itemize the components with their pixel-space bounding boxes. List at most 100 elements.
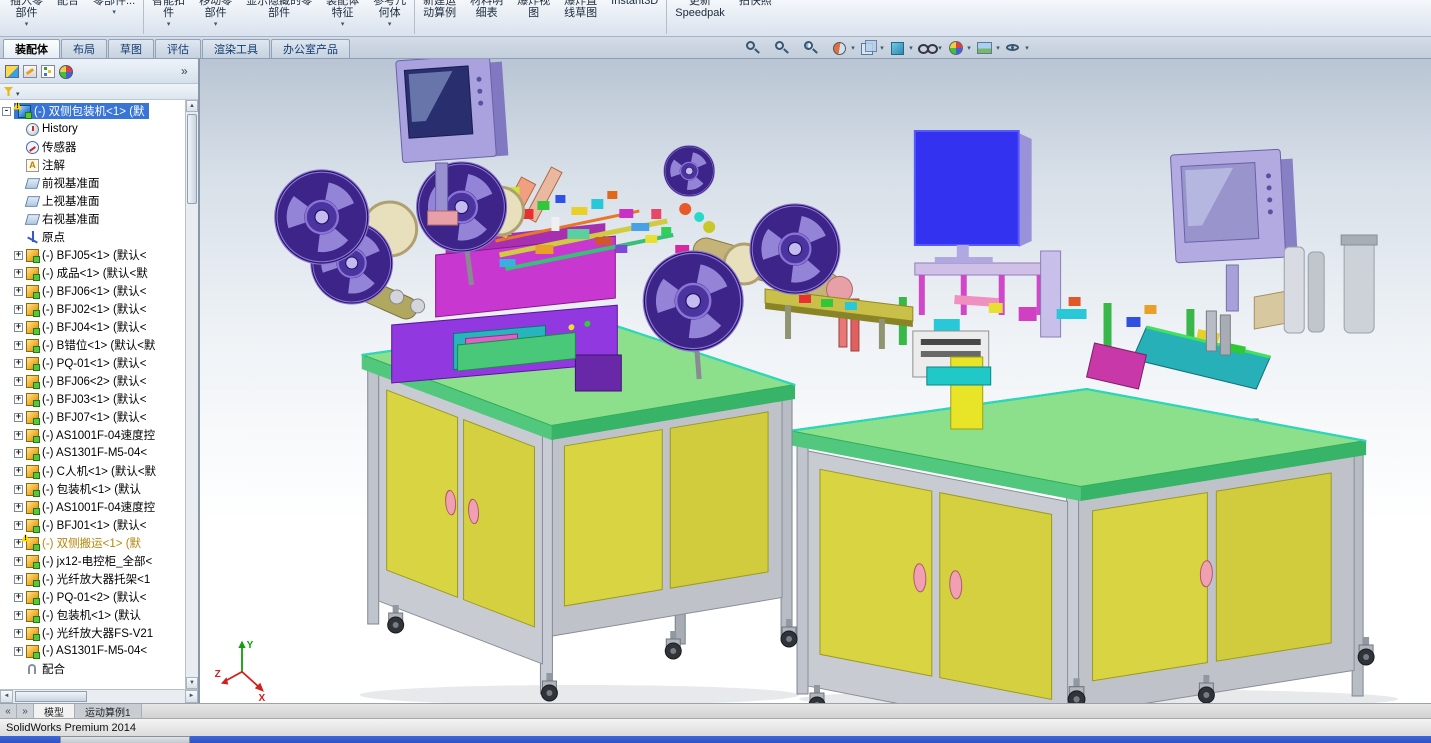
tree-row[interactable]: (-) AS1001F-04速度控 [0,426,185,444]
right-machine-equipment[interactable] [838,130,1378,430]
ribbon-button[interactable]: 插入零 部件 [4,0,49,31]
tree-row[interactable]: 前视基准面 [0,174,185,192]
dropdown-caret-icon[interactable] [110,7,118,19]
expander-icon[interactable] [14,646,23,656]
command-tab[interactable]: 评估 [155,39,201,58]
tree-row[interactable]: (-) PQ-01<2> (默认< [0,588,185,606]
tree-row[interactable]: (-) C人机<1> (默认<默 [0,462,185,480]
zoom-to-area-icon[interactable] [772,39,799,56]
tree-row[interactable]: 传感器 [0,138,185,156]
scroll-right-icon[interactable] [185,690,198,703]
dropdown-caret-icon[interactable] [1023,44,1031,52]
expander-icon[interactable] [14,430,23,440]
tree-row[interactable]: (-) BFJ06<1> (默认< [0,282,185,300]
configurationmanager-icon[interactable] [40,64,56,79]
expander-icon[interactable] [14,304,23,314]
dropdown-caret-icon[interactable] [965,44,973,52]
tab-scroll-left-icon[interactable] [0,704,17,718]
ribbon-button[interactable]: 参考几 何体 [367,0,412,31]
ribbon-button[interactable] [666,0,668,34]
3d-assembly-model[interactable] [200,59,1431,703]
tree-row[interactable]: (-) B错位<1> (默认<默 [0,336,185,354]
command-tab[interactable]: 渲染工具 [202,39,270,58]
expander-icon[interactable] [14,322,23,332]
tree-row[interactable]: (-) BFJ04<1> (默认< [0,318,185,336]
ribbon-button[interactable]: 更新 Speedpak [669,0,731,19]
tree-row[interactable]: (-) AS1001F-04速度控 [0,498,185,516]
ribbon-button[interactable] [143,0,145,34]
tree-row[interactable]: 配合 [0,660,185,678]
tree-row[interactable]: 注解 [0,156,185,174]
ribbon-button[interactable]: 材料明 细表 [464,0,509,19]
expander-icon[interactable] [14,448,23,458]
dropdown-caret-icon[interactable] [165,19,173,31]
display-style-icon[interactable] [888,39,915,56]
tree-row[interactable]: (-) 包装机<1> (默认 [0,480,185,498]
expander-icon[interactable] [14,286,23,296]
tab-scroll-right-icon[interactable] [17,704,34,718]
expander-icon[interactable] [14,628,23,638]
ribbon-button[interactable]: 显示隐藏的零 部件 [240,0,318,19]
tree-row[interactable]: (-) BFJ03<1> (默认< [0,390,185,408]
expand-panel-icon[interactable] [178,64,194,79]
displaymanager-icon[interactable] [58,64,74,79]
scrollbar-thumb[interactable] [15,691,87,702]
expander-icon[interactable] [14,250,23,260]
view-orientation-icon[interactable] [859,39,886,56]
expander-icon[interactable] [14,376,23,386]
dropdown-caret-icon[interactable] [994,44,1002,52]
expander-icon[interactable] [14,556,23,566]
expander-icon[interactable] [14,502,23,512]
model-tab[interactable]: 运动算例1 [75,704,142,719]
model-tab[interactable]: 模型 [34,704,75,719]
tree-row[interactable]: History [0,120,185,138]
scroll-up-icon[interactable] [186,100,198,112]
expander-icon[interactable] [14,538,23,548]
expander-icon[interactable] [14,268,23,278]
tree-row[interactable]: (-) 双侧搬运<1> (默 [0,534,185,552]
expander-icon[interactable] [14,484,23,494]
expander-icon[interactable] [14,394,23,404]
expander-icon[interactable] [14,610,23,620]
featuremanager-tree-icon[interactable] [4,64,20,79]
expander-icon[interactable] [14,412,23,422]
tree-filter-row[interactable] [0,84,198,100]
dropdown-caret-icon[interactable] [386,19,394,31]
section-view-icon[interactable] [830,39,857,56]
scroll-left-icon[interactable] [0,690,13,703]
tree-vertical-scrollbar[interactable] [185,100,198,689]
tree-horizontal-scrollbar[interactable] [0,689,198,703]
scroll-down-icon[interactable] [186,677,198,689]
command-tab[interactable]: 办公室产品 [271,39,350,58]
expander-icon[interactable] [14,358,23,368]
ribbon-button[interactable]: 拍快照 [733,0,778,7]
tree-row-root[interactable]: (-) 双侧包装机<1> (默 [0,102,198,120]
apply-scene-icon[interactable] [975,39,1002,56]
tree-row[interactable]: (-) AS1301F-M5-04< [0,444,185,462]
dropdown-caret-icon[interactable] [212,19,220,31]
dropdown-caret-icon[interactable] [907,44,915,52]
tree-row[interactable]: (-) 光纤放大器FS-V21 [0,624,185,642]
windows-taskbar[interactable] [0,736,1431,743]
expander-icon[interactable] [14,592,23,602]
tree-row[interactable]: (-) 成品<1> (默认<默 [0,264,185,282]
expander-icon[interactable] [14,340,23,350]
tree-row[interactable]: (-) BFJ07<1> (默认< [0,408,185,426]
previous-view-icon[interactable] [801,39,828,56]
tree-row[interactable]: (-) jx12-电控柜_全部< [0,552,185,570]
selected-root-item[interactable]: (-) 双侧包装机<1> (默 [14,103,149,119]
ribbon-button[interactable]: 配合 [51,0,85,7]
scrollbar-thumb[interactable] [187,114,197,204]
propertymanager-icon[interactable] [22,64,38,79]
tree-row[interactable]: (-) BFJ01<1> (默认< [0,516,185,534]
tree-row[interactable]: (-) 光纤放大器托架<1 [0,570,185,588]
ribbon-button[interactable]: 爆炸直 线草图 [558,0,603,19]
ribbon-button[interactable]: Instant3D [605,0,664,7]
ribbon-button[interactable]: 爆炸视 图 [511,0,556,19]
expander-icon[interactable] [14,520,23,530]
dropdown-caret-icon[interactable] [849,44,857,52]
tree-row[interactable]: 原点 [0,228,185,246]
ribbon-button[interactable]: 新建运 动算例 [417,0,462,19]
command-tab[interactable]: 草图 [108,39,154,58]
dropdown-caret-icon[interactable] [878,44,886,52]
